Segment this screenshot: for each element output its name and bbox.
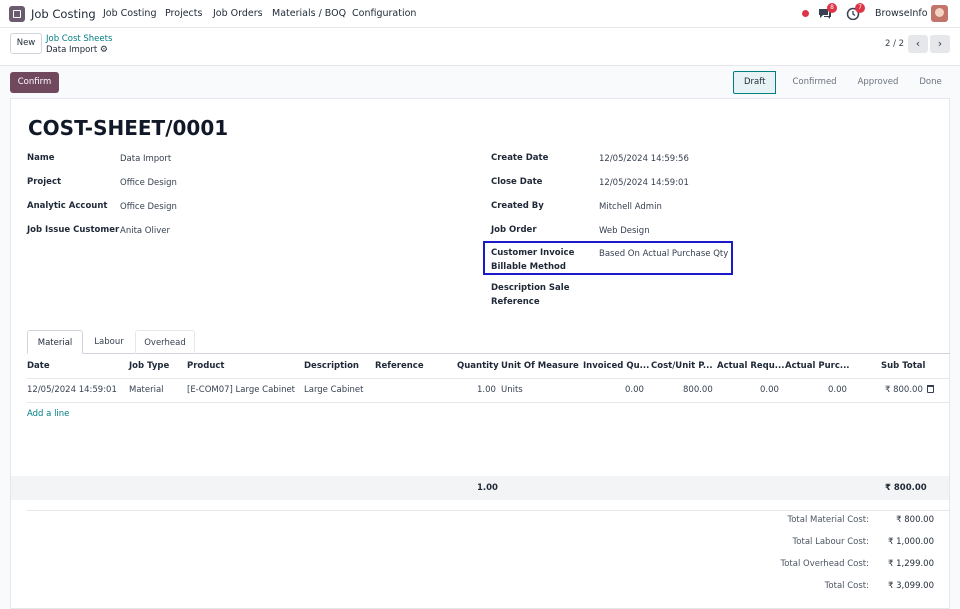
total-labour-cost-value: ₹ 1,000.00 [888,537,934,547]
breadcrumb-current: Data Import ⚙ [46,45,108,55]
company-name[interactable]: BrowseInfo [875,8,928,19]
field-label-job-order: Job Order [491,225,537,235]
col-quantity[interactable]: Quantity [457,361,499,371]
field-label-project: Project [27,177,62,187]
gear-icon[interactable]: ⚙ [100,45,108,55]
field-value-create-date[interactable]: 12/05/2024 14:59:56 [599,154,689,164]
field-label-job-issue-customer: Job Issue Customer [27,225,120,235]
trash-icon[interactable] [927,385,934,393]
stage-confirmed[interactable]: Confirmed [776,71,845,94]
field-value-billable-method[interactable]: Based On Actual Purchase Qty [599,249,728,259]
cell-quantity[interactable]: 1.00 [477,385,496,395]
menu-configuration[interactable]: Configuration [352,8,416,19]
form-sheet: COST-SHEET/0001 Name Data Import Project… [10,98,950,609]
breadcrumb-parent[interactable]: Job Cost Sheets [46,34,112,44]
col-description[interactable]: Description [304,361,359,371]
total-cost-label: Total Cost: [824,581,869,591]
stage-draft[interactable]: Draft [733,71,777,94]
menu-job-costing[interactable]: Job Costing [103,8,156,19]
cell-date[interactable]: 12/05/2024 14:59:01 [27,385,117,395]
col-product[interactable]: Product [187,361,225,371]
cell-invoiced-qty[interactable]: 0.00 [625,385,644,395]
new-button[interactable]: New [10,33,42,54]
col-date[interactable]: Date [27,361,50,371]
col-job-type[interactable]: Job Type [129,361,169,371]
cell-unit-of-measure[interactable]: Units [501,385,523,395]
field-value-created-by[interactable]: Mitchell Admin [599,202,662,212]
field-label-created-by: Created By [491,201,544,211]
total-material-cost-label: Total Material Cost: [787,515,869,525]
cell-product[interactable]: [E-COM07] Large Cabinet [187,385,295,395]
row-divider [27,402,950,403]
stage-approved[interactable]: Approved [846,71,908,94]
field-value-name[interactable]: Data Import [120,154,171,164]
col-cost-unit-price[interactable]: Cost/Unit P... [651,361,713,371]
confirm-button[interactable]: Confirm [10,72,59,93]
field-label-analytic-account: Analytic Account [27,201,108,211]
notebook-tabs: Material Labour Overhead [27,330,950,354]
field-label-billable-method: Customer Invoice Billable Method [491,246,574,274]
cell-sub-total[interactable]: ₹ 800.00 [885,385,923,395]
desc-label-line-2: Reference [491,297,540,307]
cell-job-type[interactable]: Material [129,385,164,395]
status-dot-icon[interactable] [802,10,809,17]
field-label-close-date: Close Date [491,177,543,187]
field-label-description-sale-reference: Description Sale Reference [491,281,569,309]
cell-cost-unit-price[interactable]: 800.00 [683,385,713,395]
app-name[interactable]: Job Costing [31,7,96,21]
field-label-create-date: Create Date [491,153,549,163]
tab-material[interactable]: Material [27,330,83,354]
col-unit-of-measure[interactable]: Unit Of Measure [501,361,579,371]
totals-divider [27,510,950,511]
total-cost-value: ₹ 3,099.00 [888,581,934,591]
menu-job-orders[interactable]: Job Orders [213,8,263,19]
field-value-job-order[interactable]: Web Design [599,226,650,236]
pager-next-icon[interactable]: › [930,35,950,53]
tab-labour[interactable]: Labour [83,330,135,354]
footer-subtotal-total: ₹ 800.00 [885,483,927,493]
app-menu-icon[interactable] [9,6,25,22]
breadcrumb-current-label: Data Import [46,45,98,55]
control-panel: New Job Cost Sheets Data Import ⚙ 2 / 2 … [0,28,960,66]
pager-value[interactable]: 2 / 2 [885,39,904,49]
field-value-job-issue-customer[interactable]: Anita Oliver [120,226,170,236]
billable-label-line-1: Customer Invoice [491,248,575,258]
col-sub-total[interactable]: Sub Total [881,361,925,371]
menu-projects[interactable]: Projects [165,8,202,19]
status-stages: Draft Confirmed Approved Done [733,71,951,94]
total-overhead-cost-label: Total Overhead Cost: [780,559,869,569]
top-navbar: Job Costing Job Costing Projects Job Ord… [0,0,960,28]
activity-clock-icon[interactable]: 7 [846,3,865,21]
cell-description[interactable]: Large Cabinet [304,385,363,395]
footer-quantity-total: 1.00 [477,483,498,493]
tab-overhead[interactable]: Overhead [135,330,195,354]
chat-icon[interactable]: 8 [818,3,837,20]
menu-materials-boq[interactable]: Materials / BOQ [272,8,346,19]
header-divider [27,378,950,379]
record-title: COST-SHEET/0001 [28,116,229,140]
total-labour-cost-label: Total Labour Cost: [792,537,869,547]
col-actual-required[interactable]: Actual Requ... [717,361,784,371]
total-overhead-cost-value: ₹ 1,299.00 [888,559,934,569]
field-value-analytic-account[interactable]: Office Design [120,202,177,212]
total-material-cost-value: ₹ 800.00 [896,515,934,525]
field-value-close-date[interactable]: 12/05/2024 14:59:01 [599,178,689,188]
cell-actual-purchase[interactable]: 0.00 [828,385,847,395]
cell-actual-required[interactable]: 0.00 [760,385,779,395]
stage-done[interactable]: Done [907,71,950,94]
col-reference[interactable]: Reference [375,361,424,371]
add-a-line-link[interactable]: Add a line [27,409,69,419]
desc-label-line-1: Description Sale [491,283,570,293]
billable-label-line-2: Billable Method [491,262,566,272]
pager-previous-icon[interactable]: ‹ [908,35,928,53]
chat-badge: 8 [827,3,837,13]
col-invoiced-qty[interactable]: Invoiced Qu... [583,361,649,371]
field-label-name: Name [27,153,55,163]
user-avatar[interactable] [931,5,948,22]
field-value-project[interactable]: Office Design [120,178,177,188]
col-actual-purchase[interactable]: Actual Purc... [785,361,850,371]
activity-badge: 7 [855,3,865,13]
